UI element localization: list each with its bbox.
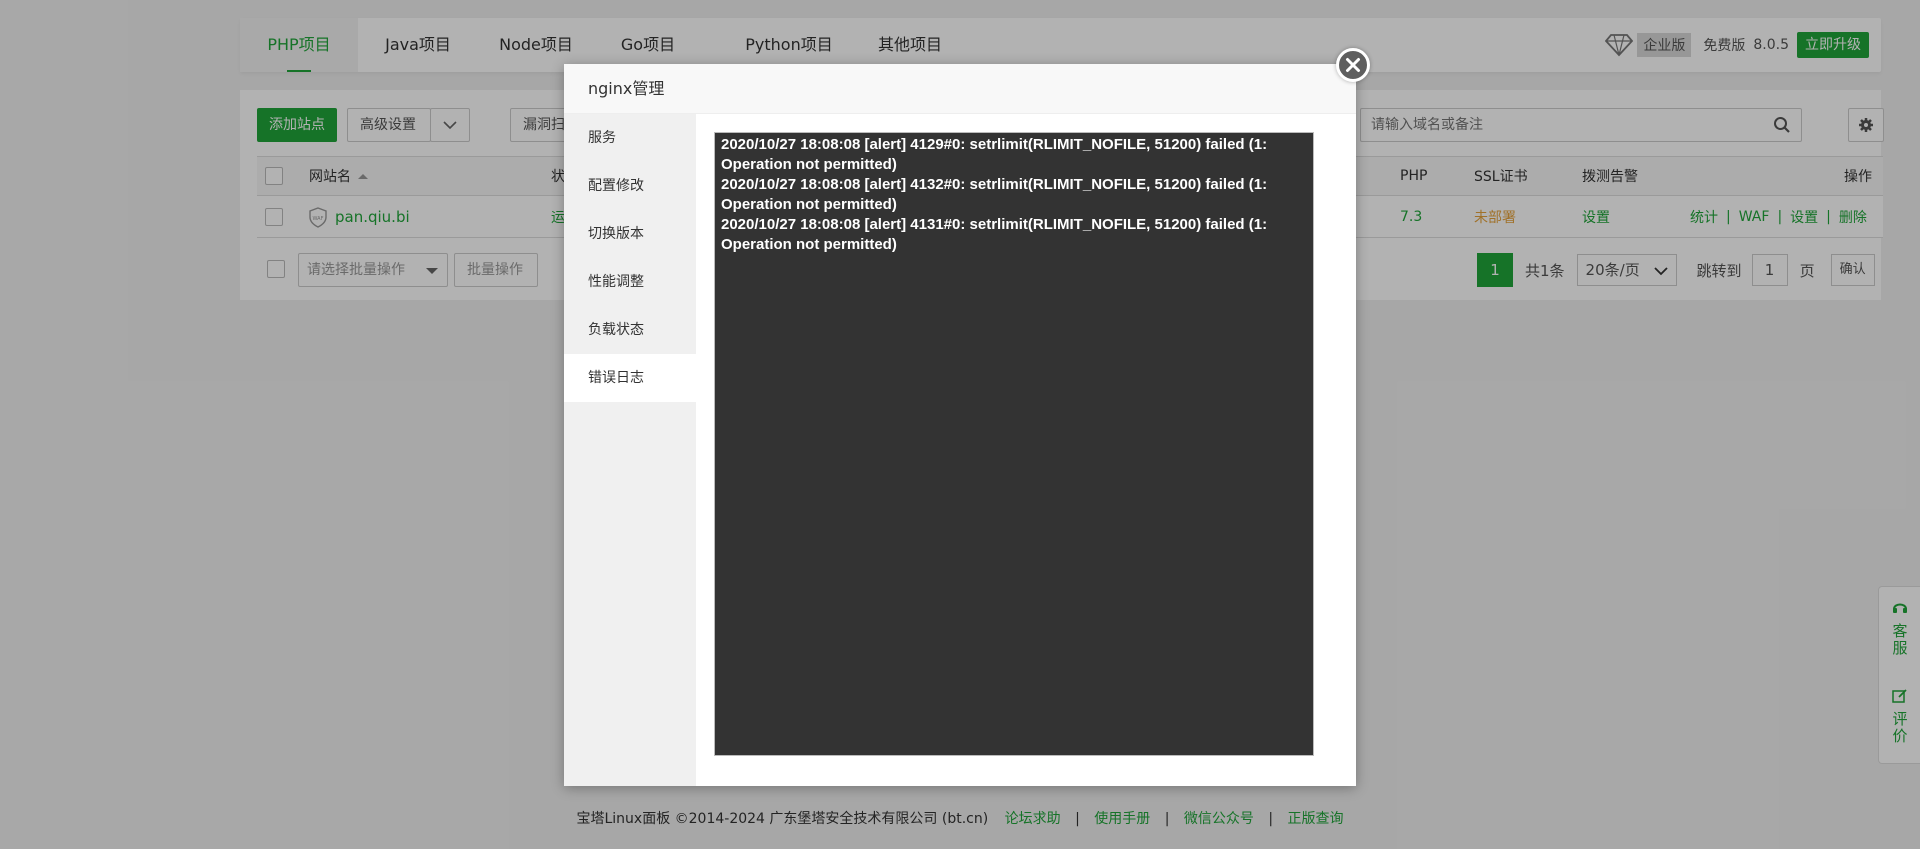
- log-line: 2020/10/27 18:08:08 [alert] 4129#0: setr…: [721, 136, 1268, 173]
- modal-title: nginx管理: [564, 64, 1356, 114]
- menu-item-error-log[interactable]: 错误日志: [564, 354, 696, 402]
- menu-item-load-status[interactable]: 负载状态: [564, 306, 696, 354]
- modal-close-button[interactable]: [1336, 48, 1370, 82]
- menu-item-switch-version[interactable]: 切换版本: [564, 210, 696, 258]
- close-icon: [1346, 58, 1360, 72]
- nginx-manager-modal: nginx管理 服务 配置修改 切换版本 性能调整 负载状态 错误日志 2020…: [564, 64, 1356, 786]
- menu-item-service[interactable]: 服务: [564, 114, 696, 162]
- error-log-textarea[interactable]: 2020/10/27 18:08:08 [alert] 4129#0: setr…: [714, 132, 1314, 756]
- log-line: 2020/10/27 18:08:08 [alert] 4132#0: setr…: [721, 176, 1268, 213]
- log-line: 2020/10/27 18:08:08 [alert] 4131#0: setr…: [721, 216, 1268, 253]
- menu-item-config[interactable]: 配置修改: [564, 162, 696, 210]
- modal-side-menu: 服务 配置修改 切换版本 性能调整 负载状态 错误日志: [564, 114, 696, 786]
- menu-item-performance[interactable]: 性能调整: [564, 258, 696, 306]
